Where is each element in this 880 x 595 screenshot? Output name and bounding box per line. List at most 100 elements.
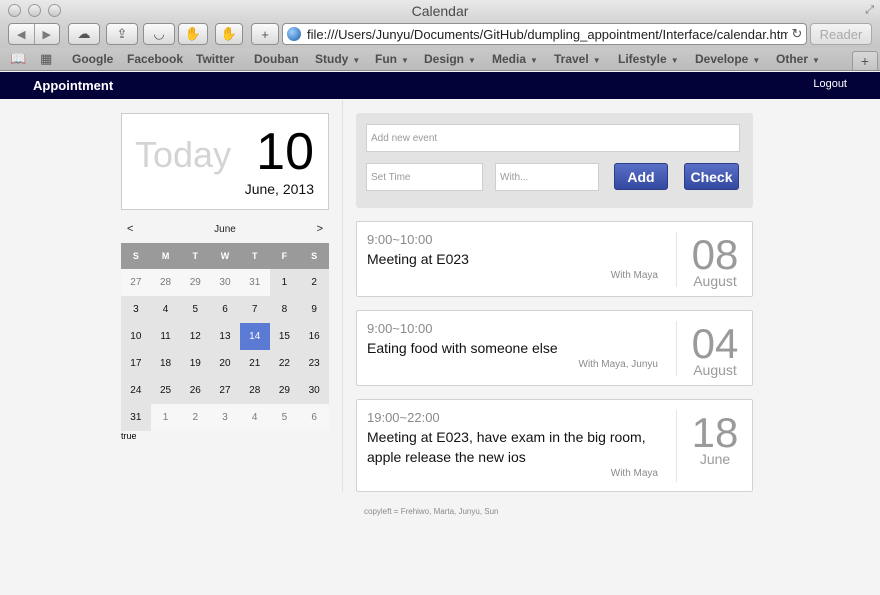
calendar-day[interactable]: 6 [210,296,240,323]
calendar-day[interactable]: 2 [299,269,329,296]
calendar-day[interactable]: 1 [269,269,300,296]
calendar-day[interactable]: 8 [269,296,300,323]
calendar-day[interactable]: 29 [269,377,300,404]
fullscreen-icon[interactable]: ⤢ [865,4,874,17]
bookmark-label: Other [776,52,809,66]
calendar-day[interactable]: 19 [180,350,211,377]
check-button[interactable]: Check [684,163,739,190]
bookmarks-bar: 📖 ▦ + Google Facebook Twitter Douban Study ▼ F… [0,48,880,71]
calendar-day[interactable]: 31 [121,404,151,431]
bookmark-google[interactable]: Google [72,52,113,66]
calendar-day[interactable]: 5 [269,404,300,431]
calendar-day[interactable]: 12 [180,323,211,350]
share-button[interactable]: ⇪ [106,23,138,45]
calendar-day[interactable]: 20 [210,350,240,377]
event-day: 04 [691,320,739,367]
calendar-day[interactable]: 27 [210,377,240,404]
url-text[interactable]: file:///Users/Junyu/Documents/GitHub/dum… [307,27,788,42]
calendar-day[interactable]: 16 [299,323,329,350]
calendar-next-button[interactable]: > [317,223,323,235]
bookmark-twitter[interactable]: Twitter [196,52,234,66]
bookmark-facebook[interactable]: Facebook [127,52,183,66]
event-title: Meeting at E023 [367,251,469,267]
calendar-day[interactable]: 10 [121,323,151,350]
calendar-day[interactable]: 30 [299,377,329,404]
new-tab-button[interactable]: + [852,51,878,70]
calendar-day[interactable]: 24 [121,377,151,404]
with-input[interactable] [495,163,599,191]
footer-credits: copyleft = Frehiwo, Marta, Junyu, Sun [364,507,499,516]
event-card[interactable]: 9:00~10:00 Meeting at E023 With Maya 08 … [356,221,753,297]
bookmark-label: Facebook [127,52,184,66]
calendar-day[interactable]: 30 [210,269,240,296]
calendar-day[interactable]: 28 [150,269,181,296]
event-card[interactable]: 9:00~10:00 Eating food with someone else… [356,310,753,386]
calendar-day[interactable]: 5 [180,296,211,323]
reload-icon[interactable]: ↻ [788,26,806,42]
bookmark-label: Media [492,52,527,66]
calendar-day[interactable]: 18 [150,350,181,377]
event-month: June [699,451,731,467]
calendar-day[interactable]: 29 [180,269,211,296]
calendar-day[interactable]: 15 [269,323,300,350]
bookmark-media[interactable]: Media ▼ [492,52,538,66]
app-brand[interactable]: Appointment [33,78,113,93]
hand-icon: ✋ [184,26,202,41]
new-event-form: Add Check [356,113,753,208]
icloud-tabs-button[interactable]: ☁ [68,23,100,45]
weekday-header: M [150,243,181,269]
add-button[interactable]: Add [614,163,668,190]
extension-button-1[interactable]: ✋ [178,23,208,45]
calendar-day[interactable]: 3 [210,404,240,431]
extension-button-2[interactable]: ✋ [215,23,243,45]
calendar-day-selected[interactable]: 14 [239,323,270,350]
calendar-day[interactable]: 25 [150,377,181,404]
bookmark-douban[interactable]: Douban [254,52,299,66]
set-time-input[interactable] [366,163,483,191]
calendar-day[interactable]: 4 [239,404,270,431]
chevron-down-icon: ▼ [592,56,601,65]
calendar-day[interactable]: 6 [299,404,329,431]
address-bar[interactable]: file:///Users/Junyu/Documents/GitHub/dum… [282,23,807,45]
bookmark-travel[interactable]: Travel ▼ [554,52,601,66]
top-sites-grid-icon[interactable]: ▦ [40,51,52,67]
calendar-day[interactable]: 27 [121,269,151,296]
bookmark-study[interactable]: Study ▼ [315,52,360,66]
calendar-day[interactable]: 3 [121,296,151,323]
bookmark-other[interactable]: Other ▼ [776,52,820,66]
reading-list-icon[interactable]: 📖 [10,51,26,67]
event-card[interactable]: 19:00~22:00 Meeting at E023, have exam i… [356,399,753,492]
logout-link[interactable]: Logout [813,78,847,90]
calendar-day[interactable]: 7 [239,296,270,323]
new-event-input[interactable] [366,124,740,152]
calendar-day[interactable]: 9 [299,296,329,323]
bookmark-design[interactable]: Design ▼ [424,52,476,66]
pocket-button[interactable]: ◡ [143,23,175,45]
weekday-header: S [121,243,151,269]
event-day: 18 [691,409,739,456]
calendar-day[interactable]: 23 [299,350,329,377]
window-titlebar: Calendar ⤢ [0,0,880,22]
calendar-day[interactable]: 4 [150,296,181,323]
calendar-day[interactable]: 17 [121,350,151,377]
bookmark-develope[interactable]: Develope ▼ [695,52,760,66]
calendar-day[interactable]: 11 [150,323,181,350]
add-bookmark-button[interactable]: + [251,23,279,45]
calendar-day[interactable]: 13 [210,323,240,350]
calendar-day[interactable]: 2 [180,404,211,431]
bookmark-lifestyle[interactable]: Lifestyle ▼ [618,52,679,66]
calendar-day[interactable]: 28 [239,377,270,404]
event-title: Eating food with someone else [367,340,558,356]
today-month-year: June, 2013 [244,181,314,197]
bookmark-label: Douban [254,52,299,66]
reader-button[interactable]: Reader [810,23,872,45]
calendar-day[interactable]: 31 [239,269,270,296]
calendar-day[interactable]: 1 [150,404,181,431]
event-day: 08 [691,231,739,278]
calendar-day[interactable]: 21 [239,350,270,377]
forward-icon[interactable]: ▶ [33,24,60,44]
back-icon[interactable]: ◀ [9,24,34,44]
calendar-day[interactable]: 22 [269,350,300,377]
calendar-day[interactable]: 26 [180,377,211,404]
bookmark-fun[interactable]: Fun ▼ [375,52,409,66]
